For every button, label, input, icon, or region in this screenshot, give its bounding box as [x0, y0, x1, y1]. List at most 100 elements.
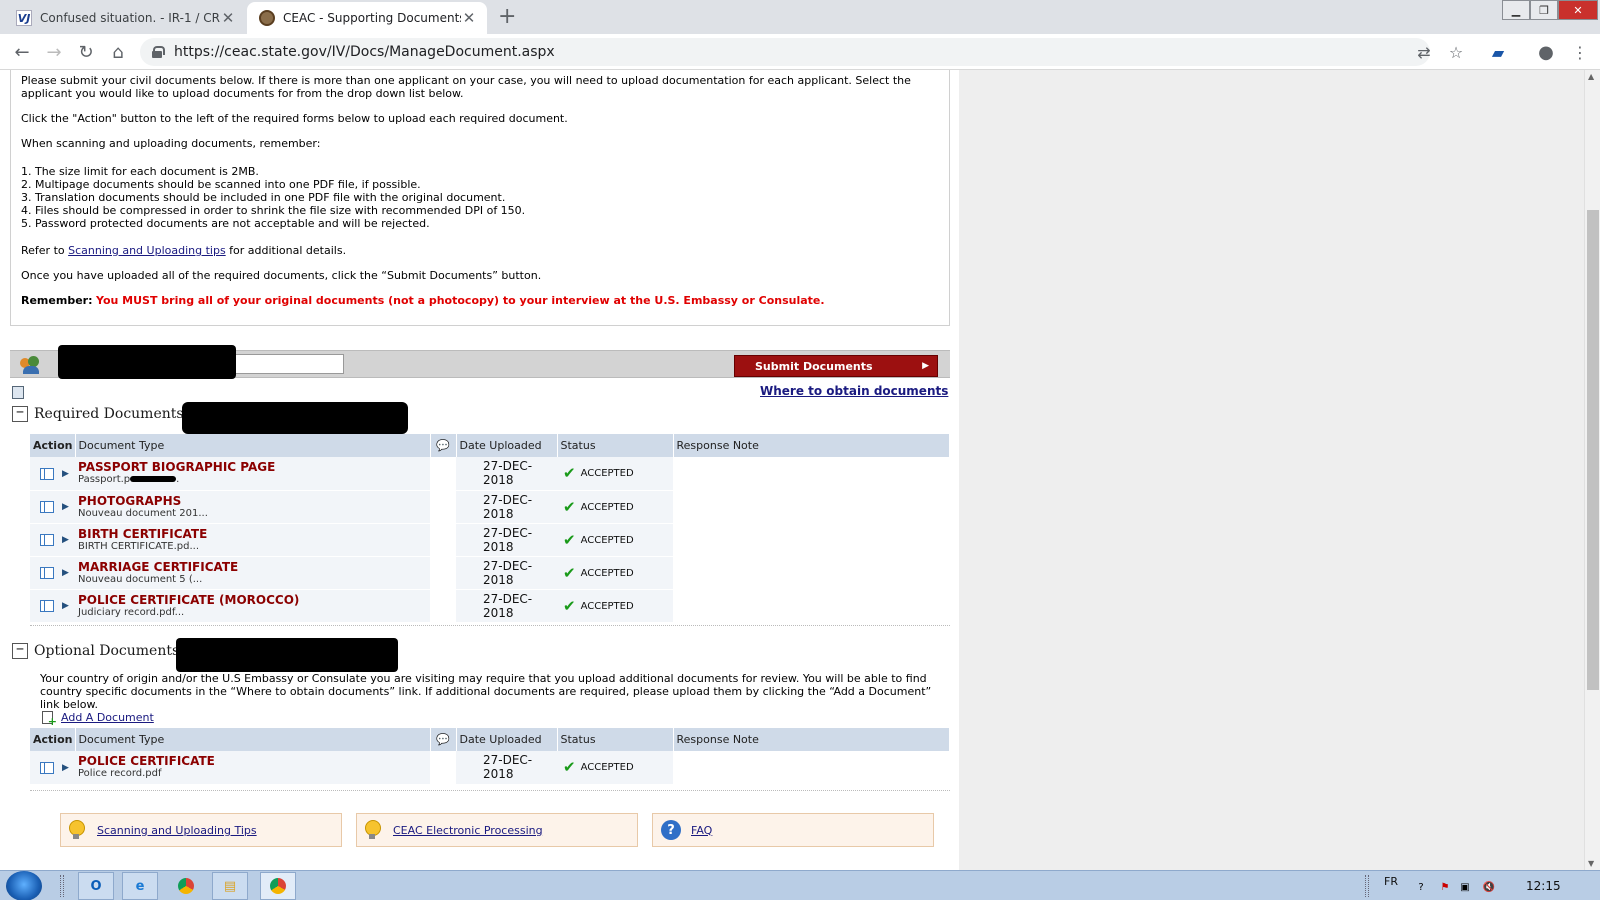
taskbar-grip — [1365, 875, 1369, 897]
collapse-icon[interactable]: − — [12, 406, 28, 422]
browser-tab-1[interactable]: VJ Confused situation. - IR-1 / CR-1 ✕ — [4, 2, 246, 34]
url-text: https://ceac.state.gov/IV/Docs/ManageDoc… — [174, 44, 555, 60]
expand-arrow-icon[interactable]: ▶ — [62, 601, 69, 611]
action-icon[interactable] — [40, 600, 54, 612]
scroll-down-icon[interactable]: ▼ — [1588, 859, 1594, 868]
file-explorer-icon[interactable]: ▤ — [212, 872, 248, 900]
submit-documents-button[interactable]: Submit Documents ▶ — [734, 355, 938, 377]
action-cell[interactable]: ▶ — [30, 457, 75, 491]
clock[interactable]: 12:15 — [1526, 879, 1561, 893]
lock-icon — [152, 46, 165, 58]
lightbulb-icon — [69, 820, 85, 840]
expand-arrow-icon[interactable]: ▶ — [62, 502, 69, 512]
scanning-uploading-tips-link[interactable]: Scanning and Uploading Tips — [97, 824, 257, 837]
footer-card-ceac[interactable]: CEAC Electronic Processing — [356, 813, 638, 847]
close-window-icon[interactable]: ✕ — [1558, 0, 1598, 20]
table-header-row: Action Document Type 💬 Date Uploaded Sta… — [30, 728, 950, 751]
add-document-icon[interactable] — [42, 711, 57, 728]
volume-muted-icon[interactable]: 🔇 — [1482, 880, 1496, 894]
address-bar[interactable]: https://ceac.state.gov/IV/Docs/ManageDoc… — [140, 38, 1430, 66]
expand-arrow-icon[interactable]: ▶ — [62, 469, 69, 479]
divider — [30, 790, 950, 791]
date-cell: 27-DEC-2018 — [456, 523, 557, 557]
close-tab-icon[interactable]: ✕ — [461, 9, 477, 27]
col-date-uploaded: Date Uploaded — [456, 434, 558, 457]
action-cell[interactable]: ▶ — [30, 490, 75, 524]
note-cell — [673, 457, 950, 491]
note-cell — [673, 751, 950, 785]
add-document-row[interactable]: Add A Document — [42, 711, 154, 728]
expand-arrow-icon[interactable]: ▶ — [62, 763, 69, 773]
ceac-electronic-processing-link[interactable]: CEAC Electronic Processing — [393, 824, 543, 837]
table-row: ▶ PHOTOGRAPHS Nouveau document 201... 27-… — [30, 490, 950, 524]
where-to-obtain-link[interactable]: Where to obtain documents — [760, 384, 948, 398]
minimize-icon[interactable]: ▁ — [1502, 0, 1530, 20]
action-icon[interactable] — [40, 761, 54, 774]
action-icon[interactable] — [40, 501, 54, 513]
close-tab-icon[interactable]: ✕ — [220, 9, 236, 27]
tab-title: CEAC - Supporting Documents — [283, 11, 461, 25]
chrome-active-icon[interactable] — [260, 872, 296, 900]
document-name: MARRIAGE CERTIFICATE — [78, 559, 239, 574]
comment-cell — [430, 523, 456, 557]
scroll-up-icon[interactable]: ▲ — [1588, 72, 1594, 81]
date-cell: 27-DEC-2018 — [456, 490, 557, 524]
account-icon[interactable]: ● — [1536, 42, 1556, 63]
outlook-icon[interactable]: O — [78, 872, 114, 900]
footer-card-faq[interactable]: ? FAQ — [652, 813, 934, 847]
language-indicator[interactable]: FR — [1384, 875, 1398, 888]
reload-icon[interactable]: ↻ — [74, 40, 98, 64]
footer-card-scanning[interactable]: Scanning and Uploading Tips — [60, 813, 342, 847]
check-icon: ✔ — [563, 497, 576, 516]
table-row: ▶ MARRIAGE CERTIFICATE Nouveau document 5… — [30, 556, 950, 590]
menu-icon[interactable]: ⋮ — [1570, 42, 1590, 62]
status-cell: ✔ ACCEPTED — [557, 523, 673, 557]
action-icon[interactable] — [40, 567, 54, 579]
expand-arrow-icon[interactable]: ▶ — [62, 535, 69, 545]
page-scrollbar[interactable]: ▲ ▼ — [1584, 70, 1600, 870]
col-status: Status — [557, 434, 674, 457]
scrollbar-thumb[interactable] — [1587, 210, 1599, 690]
network-icon[interactable]: ▣ — [1458, 880, 1472, 894]
check-icon: ✔ — [563, 563, 576, 582]
restore-icon[interactable]: ❐ — [1530, 0, 1558, 20]
action-cell[interactable]: ▶ — [30, 556, 75, 590]
col-document-type: Document Type — [75, 434, 431, 457]
status-text: ACCEPTED — [580, 600, 634, 612]
help-tray-icon[interactable]: ? — [1414, 880, 1428, 894]
instructions-p3: When scanning and uploading documents, r… — [21, 137, 321, 150]
document-name: PHOTOGRAPHS — [78, 493, 182, 508]
start-button-icon[interactable] — [6, 871, 42, 900]
col-status: Status — [557, 728, 674, 751]
internet-explorer-icon[interactable]: e — [122, 872, 158, 900]
home-icon[interactable]: ⌂ — [106, 40, 130, 64]
browser-tab-2[interactable]: CEAC - Supporting Documents ✕ — [247, 2, 487, 34]
document-file: Nouveau document 201... — [78, 507, 208, 519]
action-icon[interactable] — [40, 534, 54, 546]
document-file: Nouveau document 5 (... — [78, 573, 203, 585]
seal-icon — [259, 10, 275, 26]
flag-icon[interactable]: ⚑ — [1438, 880, 1452, 894]
action-icon[interactable] — [40, 467, 54, 480]
new-tab-button[interactable]: + — [498, 6, 516, 28]
document-file: Passport.p. — [75, 474, 430, 485]
applicant-select[interactable] — [222, 354, 344, 374]
faq-link[interactable]: FAQ — [691, 824, 712, 837]
action-cell[interactable]: ▶ — [30, 523, 75, 557]
back-icon[interactable]: ← — [10, 40, 34, 64]
action-cell[interactable]: ▶ — [30, 751, 75, 785]
document-file: BIRTH CERTIFICATE.pd... — [78, 540, 200, 552]
scanning-tips-link[interactable]: Scanning and Uploading tips — [68, 244, 226, 257]
document-name: POLICE CERTIFICATE — [78, 754, 215, 769]
add-document-link[interactable]: Add A Document — [61, 711, 154, 724]
chrome-icon[interactable] — [168, 872, 204, 900]
extension-icon[interactable]: ▰ — [1488, 42, 1508, 62]
translate-icon[interactable]: ⇄ — [1414, 42, 1434, 62]
forward-icon[interactable]: → — [42, 40, 66, 64]
action-cell[interactable]: ▶ — [30, 589, 75, 623]
expand-arrow-icon[interactable]: ▶ — [62, 568, 69, 578]
bookmark-star-icon[interactable]: ☆ — [1446, 42, 1466, 62]
collapse-icon[interactable]: − — [12, 643, 28, 659]
document-file: Judiciary record.pdf... — [78, 606, 185, 618]
applicant-bar: Submit Documents ▶ — [10, 345, 950, 379]
